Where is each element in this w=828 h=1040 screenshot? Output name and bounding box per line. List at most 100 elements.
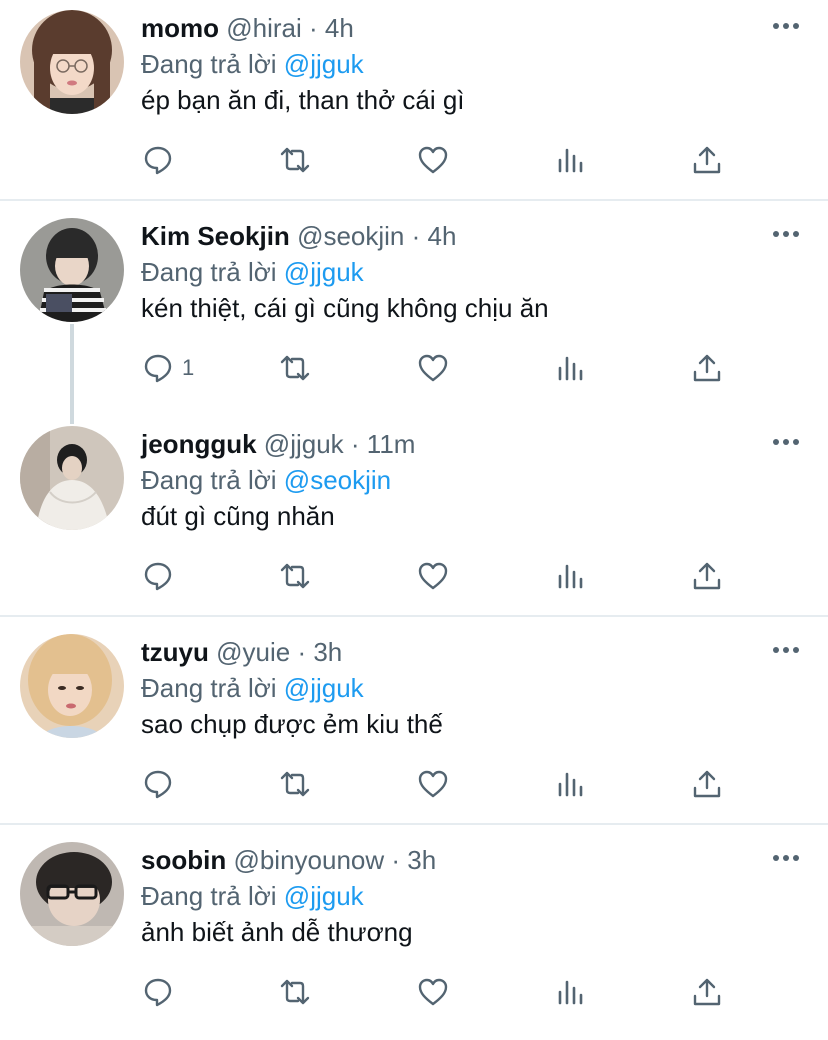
display-name[interactable]: Kim Seokjin bbox=[141, 221, 290, 251]
action-bar bbox=[0, 972, 828, 1012]
like-button[interactable] bbox=[417, 972, 449, 1012]
stats-button[interactable] bbox=[555, 972, 587, 1012]
tweet-text: đút gì cũng nhăn bbox=[141, 501, 335, 531]
tweet-item[interactable]: soobin @binyounow · 3h Đang trả lời @jjg… bbox=[0, 832, 828, 1040]
tweet-item[interactable]: jeongguk @jjguk · 11m Đang trả lời @seok… bbox=[0, 416, 828, 624]
reply-feed: momo @hirai · 4h Đang trả lời @jjguk ép … bbox=[0, 0, 828, 1031]
separator-dot: · bbox=[309, 13, 325, 43]
stats-icon bbox=[558, 772, 583, 797]
like-icon bbox=[418, 562, 448, 590]
more-options-icon[interactable] bbox=[772, 16, 800, 36]
tweet-text: sao chụp được ẻm kiu thế bbox=[141, 709, 443, 739]
reply-icon bbox=[144, 562, 172, 591]
more-options-icon[interactable] bbox=[772, 640, 800, 660]
user-handle[interactable]: @yuie bbox=[216, 637, 290, 667]
reply-button[interactable] bbox=[142, 556, 182, 596]
user-handle[interactable]: @seokjin bbox=[297, 221, 404, 251]
display-name[interactable]: soobin bbox=[141, 845, 226, 875]
display-name[interactable]: momo bbox=[141, 13, 219, 43]
tweet-text: kén thiệt, cái gì cũng không chịu ăn bbox=[141, 293, 549, 323]
share-icon bbox=[693, 354, 721, 382]
replying-to: Đang trả lời @jjguk bbox=[141, 46, 364, 82]
like-button[interactable] bbox=[417, 764, 449, 804]
avatar-image bbox=[20, 426, 124, 530]
retweet-button[interactable] bbox=[279, 556, 311, 596]
timestamp[interactable]: 3h bbox=[407, 845, 436, 875]
tweet-header: soobin @binyounow · 3h bbox=[141, 842, 436, 878]
tweet-item[interactable]: Kim Seokjin @seokjin · 4h Đang trả lời @… bbox=[0, 208, 828, 416]
more-options-icon[interactable] bbox=[772, 432, 800, 452]
like-button[interactable] bbox=[417, 140, 449, 180]
reply-button[interactable] bbox=[142, 972, 182, 1012]
avatar[interactable] bbox=[20, 426, 124, 530]
timestamp[interactable]: 3h bbox=[313, 637, 342, 667]
stats-button[interactable] bbox=[555, 348, 587, 388]
timestamp[interactable]: 4h bbox=[325, 13, 354, 43]
share-button[interactable] bbox=[691, 140, 723, 180]
avatar[interactable] bbox=[20, 634, 124, 738]
tweet-header: jeongguk @jjguk · 11m bbox=[141, 426, 415, 462]
avatar-image bbox=[20, 842, 124, 946]
replying-to-label: Đang trả lời bbox=[141, 881, 277, 911]
mention-link[interactable]: @jjguk bbox=[284, 673, 364, 703]
share-button[interactable] bbox=[691, 972, 723, 1012]
retweet-button[interactable] bbox=[279, 348, 311, 388]
stats-button[interactable] bbox=[555, 764, 587, 804]
separator-dot: · bbox=[350, 429, 367, 459]
replying-to-label: Đang trả lời bbox=[141, 465, 277, 495]
separator-dot: · bbox=[297, 637, 314, 667]
reply-icon bbox=[144, 354, 172, 383]
reply-button[interactable] bbox=[142, 764, 182, 804]
replying-to: Đang trả lời @jjguk bbox=[141, 878, 364, 914]
stats-icon bbox=[558, 356, 583, 381]
mention-link[interactable]: @jjguk bbox=[284, 881, 364, 911]
stats-button[interactable] bbox=[555, 556, 587, 596]
more-options-icon[interactable] bbox=[772, 224, 800, 244]
like-button[interactable] bbox=[417, 556, 449, 596]
action-bar: 1 bbox=[0, 348, 828, 388]
display-name[interactable]: jeongguk bbox=[141, 429, 257, 459]
mention-link[interactable]: @jjguk bbox=[284, 257, 364, 287]
stats-icon bbox=[558, 564, 583, 589]
user-handle[interactable]: @binyounow bbox=[233, 845, 384, 875]
reply-button[interactable]: 1 bbox=[142, 348, 194, 388]
replying-to-label: Đang trả lời bbox=[141, 257, 277, 287]
share-button[interactable] bbox=[691, 556, 723, 596]
more-options-icon[interactable] bbox=[772, 848, 800, 868]
like-button[interactable] bbox=[417, 348, 449, 388]
avatar-image bbox=[20, 10, 124, 114]
tweet-header: tzuyu @yuie · 3h bbox=[141, 634, 342, 670]
tweet-item[interactable]: tzuyu @yuie · 3h Đang trả lời @jjguk sao… bbox=[0, 624, 828, 832]
mention-link[interactable]: @jjguk bbox=[284, 49, 364, 79]
reply-icon bbox=[144, 770, 172, 799]
like-icon bbox=[418, 146, 448, 174]
avatar[interactable] bbox=[20, 218, 124, 322]
retweet-button[interactable] bbox=[279, 140, 311, 180]
stats-icon bbox=[558, 148, 583, 173]
reply-button[interactable] bbox=[142, 140, 182, 180]
like-icon bbox=[418, 978, 448, 1006]
retweet-icon bbox=[280, 771, 310, 797]
timestamp[interactable]: 11m bbox=[367, 429, 416, 459]
share-button[interactable] bbox=[691, 348, 723, 388]
replying-to-label: Đang trả lời bbox=[141, 673, 277, 703]
reply-count: 1 bbox=[182, 355, 195, 380]
avatar[interactable] bbox=[20, 842, 124, 946]
divider bbox=[0, 199, 828, 201]
timestamp[interactable]: 4h bbox=[428, 221, 457, 251]
mention-link[interactable]: @seokjin bbox=[284, 465, 391, 495]
stats-icon bbox=[558, 980, 583, 1005]
share-button[interactable] bbox=[691, 764, 723, 804]
user-handle[interactable]: @jjguk bbox=[264, 429, 344, 459]
user-handle[interactable]: @hirai bbox=[226, 13, 302, 43]
tweet-item[interactable]: momo @hirai · 4h Đang trả lời @jjguk ép … bbox=[0, 0, 828, 208]
divider bbox=[0, 823, 828, 825]
stats-button[interactable] bbox=[555, 140, 587, 180]
separator-dot: · bbox=[411, 221, 428, 251]
retweet-button[interactable] bbox=[279, 972, 311, 1012]
retweet-icon bbox=[280, 147, 310, 173]
tweet-header: momo @hirai · 4h bbox=[141, 10, 354, 46]
retweet-button[interactable] bbox=[279, 764, 311, 804]
display-name[interactable]: tzuyu bbox=[141, 637, 209, 667]
avatar[interactable] bbox=[20, 10, 124, 114]
